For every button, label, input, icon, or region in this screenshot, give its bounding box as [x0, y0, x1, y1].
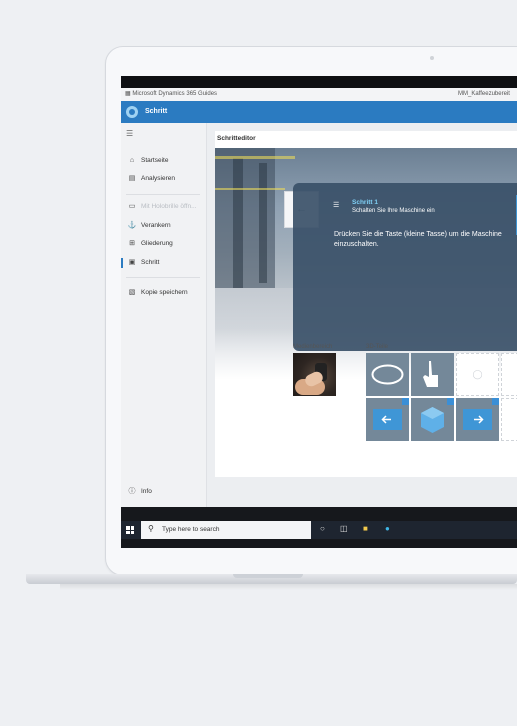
pointing-hand-icon: [423, 361, 438, 387]
page-title: Schritteditor: [217, 135, 256, 142]
step-editor-panel: Schritteditor ← ☰ Schritt 1 Schalten Sie…: [215, 131, 517, 477]
media-thumbnail[interactable]: [293, 353, 336, 396]
3d-part-arrow-left[interactable]: [366, 398, 409, 441]
camera-dot: [430, 56, 434, 60]
windows-start-icon[interactable]: [126, 526, 134, 534]
sidebar-item-holobrille: ▭ Mit Holobrille öffn...: [121, 200, 206, 214]
app-header-title: Schritt: [145, 108, 168, 115]
window-titlebar: ▦ Microsoft Dynamics 365 Guides MM_Kaffe…: [121, 88, 517, 101]
sidebar-item-label: Schritt: [141, 259, 160, 266]
hamburger-menu-icon[interactable]: ☰: [126, 129, 133, 138]
3d-part-empty-slot[interactable]: ◯: [501, 353, 517, 396]
grid-icon: ⊞: [129, 240, 135, 247]
step-body-text[interactable]: Drücken Sie die Taste (kleine Tasse) um …: [334, 230, 504, 250]
guides-logo-icon: [126, 106, 138, 118]
sidebar-item-startseite[interactable]: ⌂ Startseite: [121, 154, 206, 168]
sidebar-item-verankern[interactable]: ⚓ Verankern: [121, 219, 206, 233]
sidebar-item-label: Verankern: [141, 222, 171, 229]
step-subtitle[interactable]: Schalten Sie Ihre Maschine ein: [352, 208, 435, 214]
sidebar-item-gliederung[interactable]: ⊞ Gliederung: [121, 237, 206, 251]
sidebar-divider: [126, 277, 200, 278]
sidebar-item-label: Gliederung: [141, 240, 173, 247]
window-file-name: MM_Kaffeezubereit: [458, 91, 510, 97]
screen-top-bezel: [121, 76, 517, 88]
app-header: Schritt: [121, 101, 517, 123]
ceiling-beam: [215, 156, 295, 159]
sidebar-item-label: Startseite: [141, 157, 169, 164]
file-explorer-icon[interactable]: ■: [363, 524, 368, 533]
sidebar-divider: [126, 194, 200, 195]
step-icon: ▣: [128, 259, 136, 266]
home-icon: ⌂: [129, 157, 135, 164]
save-icon: ▧: [128, 289, 136, 296]
sidebar-item-label: Info: [141, 488, 152, 495]
taskbar-search-input[interactable]: ⚲ Type here to search: [141, 521, 311, 539]
cortana-icon[interactable]: ○: [320, 524, 325, 533]
info-icon: ⓘ: [128, 488, 136, 495]
windows-taskbar: ⚲ Type here to search ○ ◫ ■ ●: [121, 521, 517, 539]
3d-part-empty-slot[interactable]: ◯: [501, 398, 517, 441]
laptop-shadow: [60, 584, 517, 590]
list-icon: ☰: [333, 202, 340, 209]
sidebar-item-label: Analysieren: [141, 175, 175, 182]
3d-parts-label: 3D-Teile: [366, 344, 389, 350]
task-view-icon[interactable]: ◫: [340, 524, 348, 533]
sidebar-item-analysieren[interactable]: ▤ Analysieren: [121, 172, 206, 186]
3d-part-empty-slot[interactable]: ◯: [456, 353, 499, 396]
shelf-post: [259, 163, 267, 283]
media-area-label: Medienbereich: [293, 344, 333, 350]
chart-icon: ▤: [128, 175, 136, 182]
sidebar: ☰ ⌂ Startseite ▤ Analysieren ▭ Mit Holob…: [121, 123, 207, 507]
hololens-icon: ▭: [128, 203, 136, 210]
edit-badge-icon: [447, 398, 454, 405]
sidebar-item-info[interactable]: ⓘ Info: [121, 485, 206, 499]
step-title[interactable]: Schritt 1: [352, 199, 378, 206]
anchor-icon: ⚓: [127, 222, 137, 229]
main-area: Schritteditor ← ☰ Schritt 1 Schalten Sie…: [207, 123, 517, 507]
window-app-name: ▦ Microsoft Dynamics 365 Guides: [125, 88, 217, 101]
3d-part-ring[interactable]: [366, 353, 409, 396]
laptop-notch: [233, 574, 303, 578]
window-app-name-text: Microsoft Dynamics 365 Guides: [132, 91, 218, 97]
3d-part-hand[interactable]: [411, 353, 454, 396]
edit-badge-icon: [492, 398, 499, 405]
ceiling-beam: [215, 188, 285, 190]
step-card: ☰ Schritt 1 Schalten Sie Ihre Maschine e…: [293, 183, 517, 351]
3d-part-arrow-right[interactable]: [456, 398, 499, 441]
shelf-post: [233, 158, 243, 288]
sidebar-item-label: Kopie speichern: [141, 289, 188, 296]
ring-icon: [371, 364, 404, 385]
3d-part-cube[interactable]: [411, 398, 454, 441]
taskbar-search-placeholder: Type here to search: [162, 526, 220, 533]
sidebar-item-schritt[interactable]: ▣ Schritt: [121, 256, 206, 270]
window-icon: ▦: [125, 91, 131, 97]
placeholder-icon: ◯: [472, 369, 483, 379]
edit-badge-icon: [402, 398, 409, 405]
search-icon: ⚲: [148, 524, 154, 533]
screen: ▦ Microsoft Dynamics 365 Guides MM_Kaffe…: [121, 76, 517, 548]
sidebar-item-kopie-speichern[interactable]: ▧ Kopie speichern: [121, 286, 206, 300]
sidebar-item-label: Mit Holobrille öffn...: [141, 203, 197, 210]
edge-browser-icon[interactable]: ●: [385, 524, 390, 533]
